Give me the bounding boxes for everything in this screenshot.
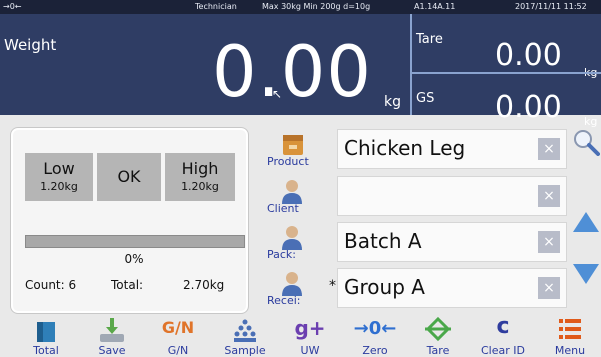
clear-receiver-button[interactable]: × (538, 277, 560, 299)
pack-label: Pack: (267, 248, 297, 261)
gs-unit: kg (584, 115, 598, 128)
divider (410, 14, 412, 115)
tare-value: 0.00 (495, 38, 562, 73)
gn-icon: G/N (161, 318, 195, 337)
total-button[interactable]: Total (18, 314, 74, 357)
progress-bar (25, 235, 245, 248)
status-bar: →0← Technician Max 30kg Min 200g d=10g A… (0, 0, 601, 14)
total-label: Total: (111, 278, 144, 292)
search-icon (574, 130, 600, 156)
client-button[interactable]: Client (261, 174, 331, 216)
zero-indicator-icon: →0← (3, 2, 22, 11)
clear-pack-button[interactable]: × (538, 231, 560, 253)
menu-list-icon (559, 319, 581, 339)
scroll-down-button[interactable] (572, 262, 600, 286)
main-weight-value: 0.00 (212, 31, 372, 113)
count-text: Count: 6 (25, 278, 77, 292)
pack-button[interactable]: Pack: (261, 220, 331, 262)
triangle-up-icon (573, 212, 599, 232)
save-button[interactable]: Save (84, 314, 140, 357)
receiver-button[interactable]: Recei: * (261, 266, 336, 308)
clear-id-button-label: Clear ID (481, 344, 525, 357)
ok-label: OK (117, 167, 141, 186)
cursor-icon: ↖ (272, 87, 283, 101)
low-limit-box[interactable]: Low 1.20kg (25, 153, 93, 201)
total-button-label: Total (33, 344, 59, 357)
gs-value: 0.00 (495, 90, 562, 125)
weight-label: Weight (4, 36, 57, 54)
gn-button-label: G/N (167, 344, 189, 357)
date-time: 2017/11/11 11:52 (515, 2, 587, 11)
bottom-toolbar: Total Save G/N G/N Sample g+ UW →0← Zero (0, 314, 601, 357)
receiver-value: Group A (344, 275, 425, 299)
save-button-label: Save (98, 344, 126, 357)
product-field[interactable]: Chicken Leg × (337, 129, 567, 169)
high-value: 1.20kg (181, 180, 219, 193)
pack-field[interactable]: Batch A × (337, 222, 567, 262)
pack-value: Batch A (344, 229, 422, 253)
high-label: High (181, 159, 219, 178)
pack-row: Pack: Batch A × (257, 220, 569, 262)
main-weight-unit: kg (384, 94, 401, 110)
uw-g-plus-icon: g+ (294, 316, 326, 340)
tare-button[interactable]: Tare (410, 314, 466, 357)
search-button[interactable] (572, 128, 600, 156)
high-limit-box[interactable]: High 1.20kg (165, 153, 235, 201)
client-field[interactable]: × (337, 176, 567, 216)
product-value: Chicken Leg (344, 136, 466, 160)
gn-button[interactable]: G/N G/N (150, 314, 206, 357)
report-icon (37, 322, 55, 342)
user-role: Technician (195, 2, 237, 11)
checkweigh-panel: Low 1.20kg OK High 1.20kg 0% Count: 6 To… (10, 127, 249, 314)
uw-button[interactable]: g+ UW (282, 314, 338, 357)
triangle-down-icon (573, 264, 599, 284)
ok-status-box: OK (97, 153, 161, 201)
zero-arrows-icon: →0← (353, 318, 397, 339)
product-row: Product Chicken Leg × (257, 127, 569, 169)
scroll-up-button[interactable] (572, 210, 600, 234)
client-label: Client (267, 202, 299, 215)
tare-diamond-icon (425, 316, 451, 342)
sample-button[interactable]: Sample (216, 314, 274, 357)
sample-dots-icon (234, 319, 256, 342)
save-icon (100, 318, 124, 342)
clear-product-button[interactable]: × (538, 138, 560, 160)
receiver-field[interactable]: Group A × (337, 268, 567, 308)
tare-label: Tare (416, 32, 443, 47)
receiver-label: Recei: (267, 294, 301, 307)
divider (412, 72, 601, 74)
zero-button-label: Zero (362, 344, 388, 357)
low-label: Low (43, 159, 75, 178)
sample-button-label: Sample (224, 344, 266, 357)
client-row: Client × (257, 174, 569, 216)
clear-c-icon: c (496, 314, 510, 339)
scale-limits: Max 30kg Min 200g d=10g (262, 2, 371, 11)
low-value: 1.20kg (40, 180, 78, 193)
progress-text: 0% (124, 252, 144, 266)
menu-button[interactable]: Menu (542, 314, 598, 357)
receiver-row: Recei: * Group A × (257, 266, 569, 308)
total-value: 2.70kg (183, 278, 225, 292)
product-label: Product (267, 155, 309, 168)
uw-button-label: UW (300, 344, 320, 357)
product-button[interactable]: Product (261, 127, 331, 169)
weight-display: Weight 0.00 ↖ kg Tare 0.00 kg GS 0.00 kg (0, 14, 601, 128)
tare-button-label: Tare (426, 344, 450, 357)
menu-button-label: Menu (554, 344, 586, 357)
required-mark: * (329, 278, 336, 294)
zero-button[interactable]: →0← Zero (346, 314, 404, 357)
clear-client-button[interactable]: × (538, 185, 560, 207)
clear-id-button[interactable]: c Clear ID (472, 314, 534, 357)
gs-label: GS (416, 91, 435, 106)
firmware-version: A1.14A.11 (414, 2, 456, 11)
